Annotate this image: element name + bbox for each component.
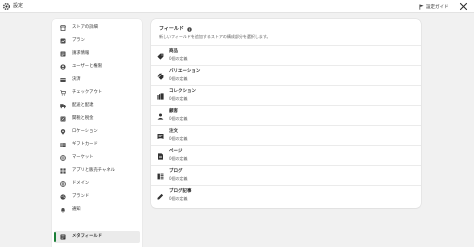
- sidebar-item-payments[interactable]: 決済: [54, 74, 140, 86]
- blog-icon: [157, 173, 164, 180]
- sidebar-item-label: ユーザーと権限: [72, 64, 102, 69]
- payment-icon: [60, 78, 66, 82]
- sidebar-item-label: プラン: [72, 38, 85, 43]
- field-row-name: コレクション: [169, 89, 196, 94]
- sidebar-item-store-details[interactable]: ストアの詳細: [54, 22, 140, 34]
- field-row-count: 0個の定義: [169, 176, 188, 181]
- sidebar-item-locations[interactable]: ロケーション: [54, 126, 140, 138]
- sidebar-item-label: ストアの詳細: [72, 25, 98, 30]
- location-icon: [60, 129, 66, 135]
- gift-card-icon: [60, 143, 66, 147]
- sidebar-item-notifications[interactable]: 通知: [54, 204, 140, 216]
- sidebar-item-label: 通知: [72, 207, 81, 212]
- field-row-count: 0個の定義: [169, 156, 188, 161]
- page-icon: [158, 153, 163, 160]
- plan-icon: [60, 38, 66, 44]
- brand-icon: [60, 194, 66, 200]
- close-icon[interactable]: [458, 1, 469, 12]
- billing-icon: [60, 51, 66, 57]
- field-row-name: ブログ記事: [169, 189, 192, 194]
- sidebar-item-label: ドメイン: [72, 181, 90, 186]
- domain-icon: [60, 181, 66, 187]
- field-row-orders[interactable]: 注文 0個の定義: [151, 125, 421, 145]
- gear-icon: [3, 3, 10, 10]
- info-icon[interactable]: [187, 27, 192, 32]
- sidebar-item-plan[interactable]: プラン: [54, 35, 140, 47]
- sidebar-item-label: チェックアウト: [72, 90, 103, 95]
- tax-icon: [60, 116, 66, 122]
- page-title: 設定: [13, 3, 24, 9]
- flag-icon: [419, 4, 424, 10]
- field-row-collections[interactable]: コレクション 0個の定義: [151, 85, 421, 105]
- sidebar-item-label: ブランド: [72, 194, 90, 199]
- field-row-products[interactable]: 商品 0個の定義: [151, 45, 421, 65]
- field-row-count: 0個の定義: [169, 196, 188, 201]
- sidebar-item-checkout[interactable]: チェックアウト: [54, 87, 140, 99]
- field-row-name: 注文: [169, 129, 178, 134]
- sidebar-item-taxes[interactable]: 関税と税金: [54, 113, 140, 125]
- field-row-name: 顧客: [169, 109, 178, 114]
- sidebar-item-label: ロケーション: [72, 129, 98, 134]
- setup-guide-button[interactable]: 設定ガイド: [419, 2, 449, 11]
- sidebar-item-label: 関税と税金: [72, 116, 94, 121]
- field-row-pages[interactable]: ページ 0個の定義: [151, 145, 421, 165]
- sidebar-item-label: 請求情報: [72, 51, 90, 56]
- card-subtitle: 新しいフィールドを追加するストアの構成部分を選択します。: [159, 34, 271, 39]
- globe-icon: [60, 155, 66, 161]
- cart-icon: [60, 90, 66, 96]
- card-title: フィールド: [159, 26, 184, 32]
- sidebar-item-label: 配送と配達: [72, 103, 94, 108]
- sidebar-item-label: メタフィールド: [72, 234, 102, 239]
- field-row-count: 0個の定義: [169, 56, 188, 61]
- top-bar: 設定 設定ガイド: [0, 0, 474, 13]
- variant-icon: [157, 73, 164, 80]
- setup-guide-label: 設定ガイド: [426, 4, 449, 10]
- customer-icon: [157, 113, 164, 120]
- apps-icon: [60, 168, 66, 174]
- settings-sidebar: ストアの詳細 プラン 請求情報 ユーザーと権限 決済 チェックアウト 配送と配達…: [52, 19, 142, 247]
- field-row-count: 0個の定義: [169, 96, 188, 101]
- store-icon: [60, 25, 66, 31]
- sidebar-item-label: 決済: [72, 77, 81, 82]
- card-header: フィールド: [159, 26, 192, 33]
- field-row-name: ページ: [169, 149, 183, 154]
- field-row-customers[interactable]: 顧客 0個の定義: [151, 105, 421, 125]
- collection-icon: [157, 93, 164, 100]
- bell-icon: [61, 208, 65, 213]
- metafields-card: フィールド 新しいフィールドを追加するストアの構成部分を選択します。 商品 0個…: [151, 19, 421, 208]
- sidebar-item-gift-cards[interactable]: ギフトカード: [54, 139, 140, 151]
- sidebar-item-domains[interactable]: ドメイン: [54, 178, 140, 190]
- field-row-name: 商品: [169, 49, 178, 54]
- field-row-blog-posts[interactable]: ブログ記事 0個の定義: [151, 185, 421, 205]
- sidebar-item-label: アプリと販売チャネル: [72, 168, 115, 173]
- sidebar-item-markets[interactable]: マーケット: [54, 152, 140, 164]
- sidebar-item-shipping[interactable]: 配送と配達: [54, 100, 140, 112]
- field-row-name: バリエーション: [169, 69, 201, 74]
- sidebar-item-apps[interactable]: アプリと販売チャネル: [54, 165, 140, 177]
- field-row-count: 0個の定義: [169, 136, 188, 141]
- tag-icon: [157, 53, 164, 60]
- field-row-count: 0個の定義: [169, 76, 188, 81]
- field-row-blogs[interactable]: ブログ 0個の定義: [151, 165, 421, 185]
- sidebar-item-billing[interactable]: 請求情報: [54, 48, 140, 60]
- active-indicator: [54, 232, 56, 242]
- field-row-name: ブログ: [169, 169, 183, 174]
- field-row-variants[interactable]: バリエーション 0個の定義: [151, 65, 421, 85]
- field-row-count: 0個の定義: [169, 116, 188, 121]
- user-icon: [60, 64, 66, 70]
- sidebar-item-label: ギフトカード: [72, 142, 98, 147]
- metafield-icon: [60, 234, 66, 240]
- truck-icon: [60, 104, 66, 109]
- order-icon: [157, 134, 164, 139]
- sidebar-item-brand[interactable]: ブランド: [54, 191, 140, 203]
- sidebar-item-label: マーケット: [72, 155, 94, 160]
- sidebar-item-metafields[interactable]: メタフィールド: [54, 231, 140, 243]
- blog-post-icon: [157, 193, 164, 200]
- sidebar-item-users[interactable]: ユーザーと権限: [54, 61, 140, 73]
